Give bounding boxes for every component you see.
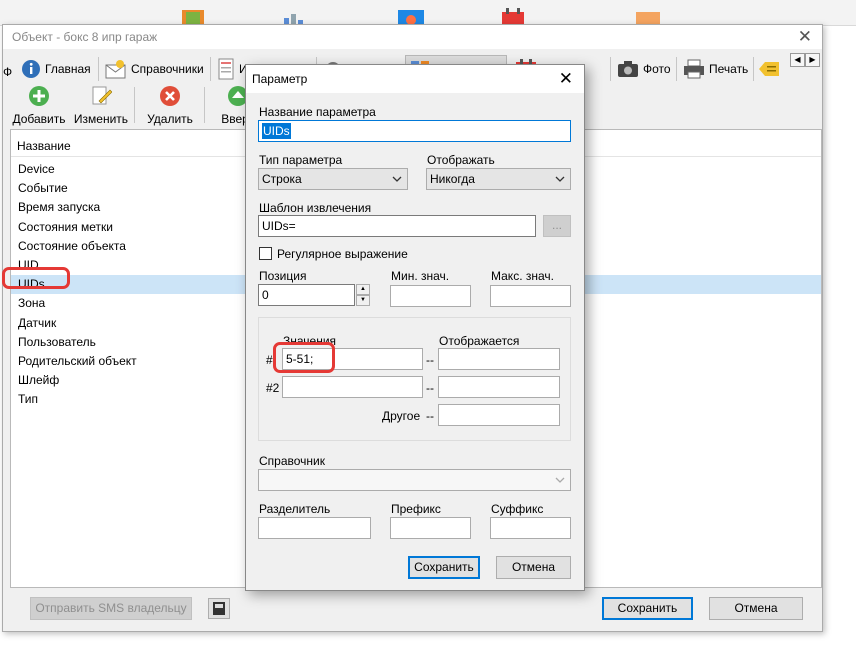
edit-button-label: Изменить (73, 112, 129, 126)
directory-select[interactable] (258, 469, 571, 491)
other-dash: -- (426, 409, 434, 423)
regex-checkbox[interactable] (259, 247, 272, 260)
prefix-label: Префикс (391, 502, 441, 516)
scroll-right-icon[interactable]: ▶ (805, 53, 820, 67)
position-input[interactable]: 0 (258, 284, 355, 306)
separator-input[interactable] (258, 517, 371, 539)
tab-main-label: Главная (45, 62, 91, 76)
tab-print-label: Печать (709, 62, 749, 76)
min-value-label: Мин. знач. (391, 269, 450, 283)
scroll-left-icon[interactable]: ◀ (790, 53, 805, 67)
envelope-icon (105, 60, 126, 79)
tab-print[interactable]: Печать (679, 55, 752, 83)
spin-down-icon[interactable]: ▼ (356, 295, 370, 306)
param-type-value: Строка (262, 172, 302, 186)
delete-button-label: Удалить (147, 112, 193, 126)
printer-icon (684, 59, 704, 79)
template-browse-button[interactable]: ... (543, 215, 571, 237)
dialog-titlebar: Параметр ✕ (246, 65, 584, 93)
param-name-value: UIDs (262, 123, 291, 139)
row1-shown-input[interactable] (438, 348, 560, 370)
background-toolbar (0, 0, 856, 26)
row2-dash: -- (426, 381, 434, 395)
highlight-row1-value (273, 342, 335, 373)
toolbar-separator (134, 87, 135, 123)
chevron-down-icon (555, 176, 565, 182)
template-label: Шаблон извлечения (259, 201, 372, 215)
list-header-name: Название (17, 139, 71, 153)
window-bottom-bar: Отправить SMS владельцу Сохранить Отмена (3, 591, 822, 631)
main-cancel-button[interactable]: Отмена (709, 597, 803, 620)
dialog-save-button[interactable]: Сохранить (408, 556, 480, 579)
film-icon[interactable] (208, 598, 230, 619)
position-label: Позиция (259, 269, 307, 283)
regex-label: Регулярное выражение (277, 247, 408, 261)
toolbar-separator (204, 87, 205, 123)
shown-label: Отображается (439, 334, 520, 348)
row2-value-input[interactable] (282, 376, 423, 398)
param-type-label: Тип параметра (259, 153, 343, 167)
plus-icon (29, 86, 49, 106)
row1-label: # (266, 353, 273, 367)
remove-icon (160, 86, 180, 106)
row1-dash: -- (426, 353, 434, 367)
tab-separator (210, 57, 211, 81)
tab-references[interactable]: Справочники (101, 55, 208, 83)
send-sms-button[interactable]: Отправить SMS владельцу (30, 597, 192, 620)
max-value-input[interactable] (490, 285, 571, 307)
spin-up-icon[interactable]: ▲ (356, 284, 370, 295)
directory-label: Справочник (259, 454, 325, 468)
highlight-uids-item (2, 267, 70, 289)
main-save-button[interactable]: Сохранить (602, 597, 693, 620)
template-input[interactable]: UIDs= (258, 215, 536, 237)
tab-separator (676, 57, 677, 81)
delete-button[interactable]: Удалить (141, 85, 199, 126)
other-shown-input[interactable] (438, 404, 560, 426)
tab-photo[interactable]: Фото (613, 55, 675, 83)
param-name-input[interactable]: UIDs (258, 120, 571, 142)
tab-separator (610, 57, 611, 81)
tab-photo-label: Фото (643, 62, 671, 76)
tab-separator (98, 57, 99, 81)
tab-prefix: Ф (3, 65, 13, 79)
chevron-down-icon (392, 176, 402, 182)
other-label: Другое (382, 409, 421, 423)
display-value: Никогда (430, 172, 475, 186)
tab-references-label: Справочники (131, 62, 204, 76)
window-close-icon[interactable]: ✕ (798, 27, 812, 47)
row2-shown-input[interactable] (438, 376, 560, 398)
param-name-label: Название параметра (259, 105, 376, 119)
edit-button[interactable]: Изменить (71, 85, 131, 126)
display-select[interactable]: Никогда (426, 168, 571, 190)
tab-scroll-arrows: ◀ ▶ (790, 53, 820, 67)
max-value-label: Макс. знач. (491, 269, 554, 283)
add-button[interactable]: Добавить (11, 85, 67, 126)
document-icon (218, 58, 234, 80)
min-value-input[interactable] (390, 285, 471, 307)
dialog-close-icon[interactable]: ✕ (559, 69, 573, 89)
camera-icon (618, 61, 638, 77)
tab-main[interactable]: Главная (17, 55, 95, 83)
row2-label: #2 (266, 381, 280, 395)
chevron-down-icon (555, 477, 565, 483)
prefix-input[interactable] (390, 517, 471, 539)
param-type-select[interactable]: Строка (258, 168, 408, 190)
suffix-label: Суффикс (491, 502, 544, 516)
pencil-icon (92, 86, 113, 105)
window-title: Объект - бокс 8 ипр гараж (12, 30, 158, 44)
suffix-input[interactable] (490, 517, 571, 539)
tab-separator (753, 57, 754, 81)
add-button-label: Добавить (12, 112, 66, 126)
separator-label: Разделитель (259, 502, 331, 516)
parameter-dialog: Параметр ✕ Название параметра UIDs Тип п… (245, 64, 585, 591)
display-label: Отображать (427, 153, 495, 167)
dialog-title: Параметр (252, 72, 308, 86)
position-spinner[interactable]: ▲ ▼ (356, 284, 370, 306)
window-titlebar: Объект - бокс 8 ипр гараж ✕ (3, 25, 822, 49)
info-icon (22, 60, 40, 78)
label-tag-icon[interactable] (758, 59, 780, 79)
dialog-cancel-button[interactable]: Отмена (496, 556, 571, 579)
